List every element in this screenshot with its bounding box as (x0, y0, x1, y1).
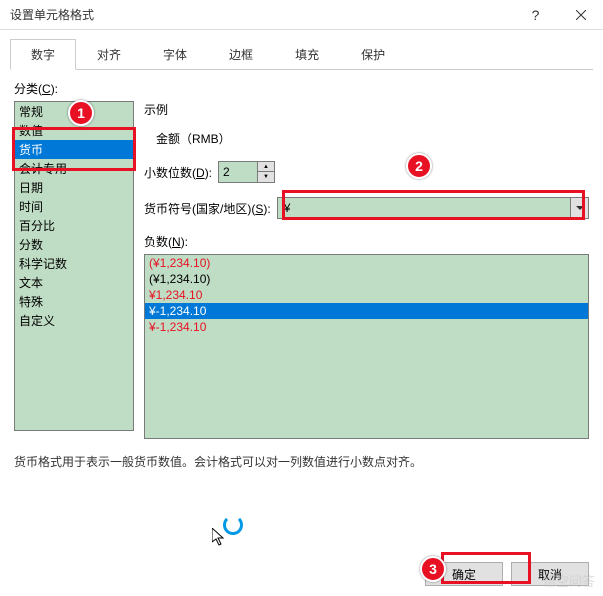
category-item-special[interactable]: 特殊 (15, 292, 133, 311)
symbol-label: 货币符号(国家/地区)(S): (144, 200, 271, 217)
negative-item[interactable]: ¥-1,234.10 (145, 303, 588, 319)
category-item-text[interactable]: 文本 (15, 273, 133, 292)
negative-item[interactable]: (¥1,234.10) (145, 271, 588, 287)
negative-label: 负数(N): (144, 233, 589, 250)
tab-border[interactable]: 边框 (208, 39, 274, 70)
negative-item[interactable]: ¥1,234.10 (145, 287, 588, 303)
symbol-select[interactable]: ¥ (277, 197, 589, 219)
decimal-down-button[interactable]: ▼ (258, 172, 274, 182)
chevron-down-icon[interactable] (570, 198, 588, 218)
negative-item[interactable]: (¥1,234.10) (145, 255, 588, 271)
category-list[interactable]: 常规 数值 货币 会计专用 日期 时间 百分比 分数 科学记数 文本 特殊 自定… (14, 101, 134, 431)
tab-protection[interactable]: 保护 (340, 39, 406, 70)
category-item-custom[interactable]: 自定义 (15, 311, 133, 330)
category-item-date[interactable]: 日期 (15, 178, 133, 197)
ok-button[interactable]: 确定 (425, 562, 503, 586)
category-item-fraction[interactable]: 分数 (15, 235, 133, 254)
help-button[interactable]: ? (513, 0, 558, 30)
decimal-up-button[interactable]: ▲ (258, 162, 274, 172)
category-item-currency[interactable]: 货币 (15, 140, 133, 159)
category-item-scientific[interactable]: 科学记数 (15, 254, 133, 273)
category-item-accounting[interactable]: 会计专用 (15, 159, 133, 178)
window-title: 设置单元格格式 (10, 6, 513, 23)
cancel-button[interactable]: 取消 (511, 562, 589, 586)
tab-fill[interactable]: 填充 (274, 39, 340, 70)
format-description: 货币格式用于表示一般货币数值。会计格式可以对一列数值进行小数点对齐。 (14, 453, 589, 470)
category-item-time[interactable]: 时间 (15, 197, 133, 216)
tab-alignment[interactable]: 对齐 (76, 39, 142, 70)
loading-spinner-icon (223, 515, 243, 535)
symbol-value: ¥ (278, 198, 570, 218)
example-label: 示例 (144, 101, 589, 118)
decimal-spinner[interactable]: ▲ ▼ (218, 161, 275, 183)
category-label: 分类(C): (14, 80, 589, 97)
category-item-number[interactable]: 数值 (15, 121, 133, 140)
decimal-label: 小数位数(D): (144, 164, 212, 181)
tabs: 数字 对齐 字体 边框 填充 保护 (10, 38, 593, 70)
titlebar: 设置单元格格式 ? (0, 0, 603, 30)
negative-item[interactable]: ¥-1,234.10 (145, 319, 588, 335)
category-item-general[interactable]: 常规 (15, 102, 133, 121)
tab-font[interactable]: 字体 (142, 39, 208, 70)
decimal-input[interactable] (219, 162, 257, 182)
close-button[interactable] (558, 0, 603, 30)
category-item-percentage[interactable]: 百分比 (15, 216, 133, 235)
example-value: 金额（RMB） (156, 130, 589, 147)
tab-number[interactable]: 数字 (10, 39, 76, 70)
negative-list[interactable]: (¥1,234.10) (¥1,234.10) ¥1,234.10 ¥-1,23… (144, 254, 589, 439)
cursor-icon (212, 528, 228, 551)
